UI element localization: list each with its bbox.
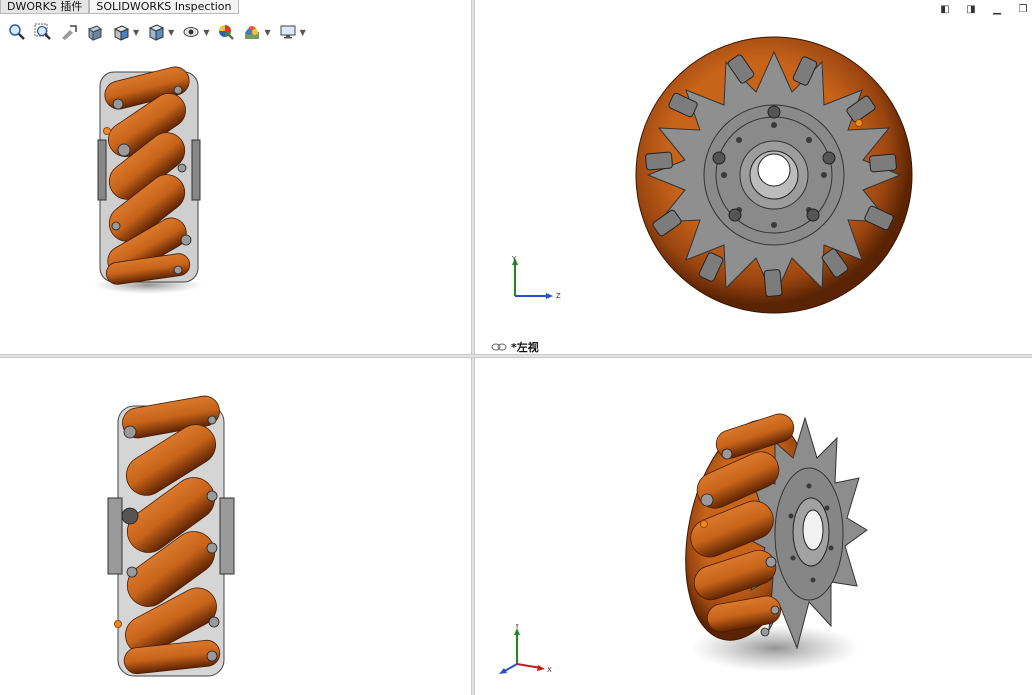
chevron-down-icon[interactable]: ▼ — [168, 28, 174, 37]
zoom-to-area-icon[interactable] — [32, 21, 54, 43]
axis-label-y: Y — [514, 624, 520, 630]
axis-label-x: X — [547, 666, 552, 674]
coordinate-triad: Y X — [495, 622, 565, 683]
display-style-icon[interactable] — [145, 21, 167, 43]
coordinate-triad: Y Z — [503, 252, 573, 311]
viewport-top-left[interactable] — [0, 0, 471, 354]
chevron-down-icon[interactable]: ▼ — [203, 28, 209, 37]
command-manager-tabs: DWORKS 插件 SOLIDWORKS Inspection — [0, 0, 239, 14]
hide-show-items-icon[interactable] — [180, 21, 202, 43]
viewport-vertical-splitter[interactable] — [471, 0, 475, 695]
view-orientation-label: *左视 — [491, 339, 539, 354]
heads-up-view-toolbar: ▼ ▼ ▼ ▼ ▼ — [6, 20, 308, 44]
view-settings-icon[interactable] — [277, 21, 299, 43]
viewport-top-right[interactable]: ◧ ◨ ▁ ❐ Y Z *左视 — [475, 0, 1032, 354]
link-icon — [491, 343, 507, 351]
tab-solidworks-inspection[interactable]: SOLIDWORKS Inspection — [89, 0, 239, 14]
chevron-down-icon[interactable]: ▼ — [264, 28, 270, 37]
minimize-icon[interactable]: ▁ — [990, 3, 1004, 17]
viewport-horizontal-splitter[interactable] — [0, 354, 1032, 358]
viewport-bottom-left[interactable] — [0, 358, 471, 695]
previous-view-icon[interactable] — [58, 21, 80, 43]
wheel-front-view — [93, 66, 203, 294]
zoom-to-fit-icon[interactable] — [6, 21, 28, 43]
viewport-bottom-right[interactable]: Y X — [475, 358, 1032, 695]
view-orientation-icon[interactable] — [110, 21, 132, 43]
axis-label-y: Y — [511, 255, 517, 263]
tab-solidworks-addins[interactable]: DWORKS 插件 — [0, 0, 90, 14]
viewport-window-controls: ◧ ◨ ▁ ❐ — [938, 3, 1030, 17]
previous-view-arrow-icon[interactable]: ◧ — [938, 3, 952, 17]
edit-appearance-icon[interactable] — [215, 21, 237, 43]
wheel-top-view — [107, 395, 235, 677]
apply-scene-icon[interactable] — [241, 21, 263, 43]
restore-icon[interactable]: ❐ — [1016, 3, 1030, 17]
next-view-arrow-icon[interactable]: ◨ — [964, 3, 978, 17]
chevron-down-icon[interactable]: ▼ — [133, 28, 139, 37]
view-name: *左视 — [511, 341, 539, 354]
axis-label-z: Z — [556, 292, 561, 300]
section-view-icon[interactable] — [84, 21, 106, 43]
chevron-down-icon[interactable]: ▼ — [300, 28, 306, 37]
